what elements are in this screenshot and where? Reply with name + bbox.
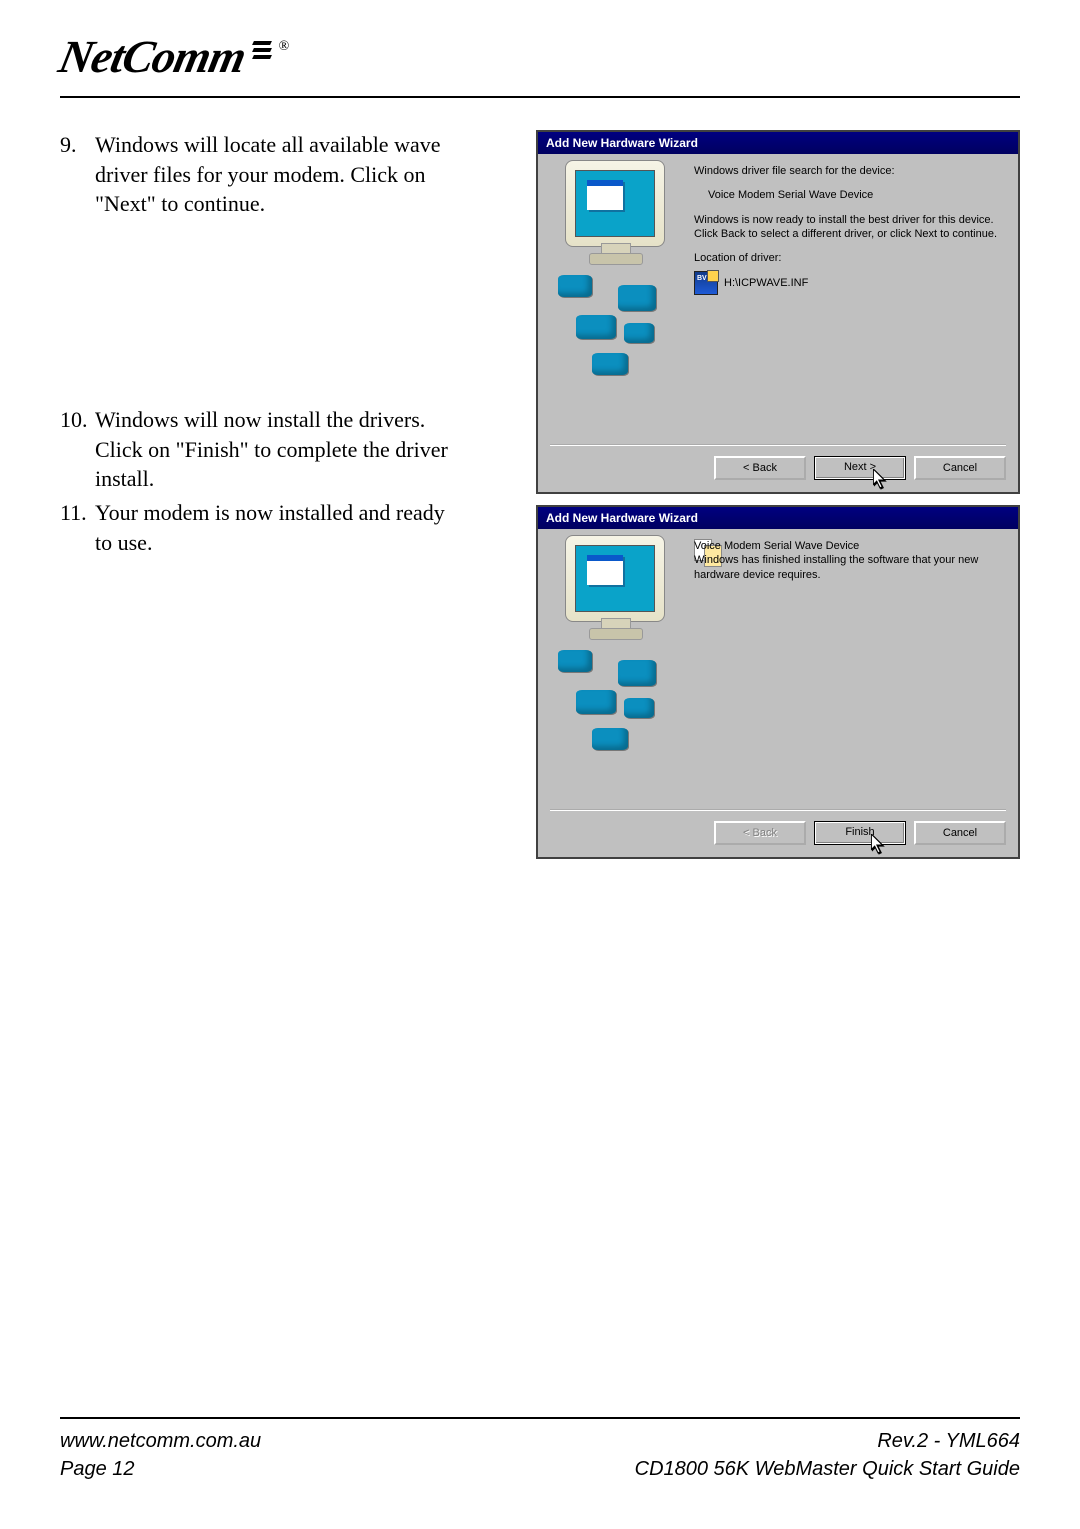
- wizard-dialog-search: Add New Hardware Wizard Windows driver f…: [536, 130, 1020, 494]
- step-number: 10.: [60, 405, 88, 435]
- device-name: Voice Modem Serial Wave Device: [694, 539, 1006, 553]
- dialog-button-row: < Back Finish Cancel: [550, 809, 1006, 845]
- instruction-step-10: 10. Windows will now install the drivers…: [60, 405, 460, 494]
- monitor-icon: [565, 535, 665, 640]
- dialog-body: Windows driver file search for the devic…: [550, 160, 1006, 444]
- monitor-icon: [565, 160, 665, 265]
- brand-dashes-icon: [253, 38, 271, 62]
- driver-file-name: H:\ICPWAVE.INF: [724, 276, 808, 290]
- next-button[interactable]: Next >: [814, 456, 906, 480]
- document-page: NetComm ® 9. Windows will locate all ava…: [0, 0, 1080, 1529]
- footer-title: CD1800 56K WebMaster Quick Start Guide: [635, 1455, 1020, 1483]
- step-text: Your modem is now installed and ready to…: [95, 498, 460, 557]
- footer-url: www.netcomm.com.au: [60, 1427, 261, 1455]
- dialog-button-row: < Back Next > Cancel: [550, 444, 1006, 480]
- page-footer: www.netcomm.com.au Rev.2 - YML664 Page 1…: [60, 1427, 1020, 1483]
- back-button: < Back: [714, 821, 806, 845]
- wizard-dialog-finish: Add New Hardware Wizard: [536, 505, 1020, 859]
- cancel-button[interactable]: Cancel: [914, 821, 1006, 845]
- hardware-icons: [558, 650, 678, 780]
- dialog-titlebar: Add New Hardware Wizard: [538, 132, 1018, 154]
- footer-divider: [60, 1417, 1020, 1419]
- footer-rev: Rev.2 - YML664: [877, 1427, 1020, 1455]
- location-label: Location of driver:: [694, 251, 1006, 265]
- search-heading: Windows driver file search for the devic…: [694, 164, 1006, 178]
- ready-text: Windows is now ready to install the best…: [694, 213, 1006, 242]
- step-text: Windows will now install the drivers. Cl…: [95, 405, 460, 494]
- hardware-icons: [558, 275, 678, 405]
- content-area: 9. Windows will locate all available wav…: [60, 130, 1020, 1399]
- registered-mark: ®: [279, 39, 290, 54]
- dialog-titlebar: Add New Hardware Wizard: [538, 507, 1018, 529]
- wizard-graphic: [550, 160, 680, 410]
- header-divider: [60, 96, 1020, 98]
- dialog-text-area: Windows driver file search for the devic…: [694, 164, 1006, 295]
- brand-logo: NetComm ®: [60, 30, 320, 90]
- driver-file-row: BVRP H:\ICPWAVE.INF: [694, 271, 1006, 295]
- finished-text: Windows has finished installing the soft…: [694, 553, 1006, 582]
- instruction-step-11: 11. Your modem is now installed and read…: [60, 498, 460, 557]
- step-number: 9.: [60, 130, 77, 160]
- dialog-body: Voice Modem Serial Wave Device Windows h…: [550, 535, 1006, 809]
- back-button[interactable]: < Back: [714, 456, 806, 480]
- cancel-button[interactable]: Cancel: [914, 456, 1006, 480]
- instruction-step-9: 9. Windows will locate all available wav…: [60, 130, 460, 219]
- dialog-text-area: Voice Modem Serial Wave Device Windows h…: [694, 539, 1006, 582]
- step-text: Windows will locate all available wave d…: [95, 130, 460, 219]
- device-name: Voice Modem Serial Wave Device: [708, 188, 1006, 202]
- footer-page: Page 12: [60, 1455, 135, 1483]
- driver-file-icon: BVRP: [694, 271, 718, 295]
- finish-button[interactable]: Finish: [814, 821, 906, 845]
- brand-name: NetComm: [54, 30, 250, 83]
- step-number: 11.: [60, 498, 87, 528]
- wizard-graphic: [550, 535, 680, 785]
